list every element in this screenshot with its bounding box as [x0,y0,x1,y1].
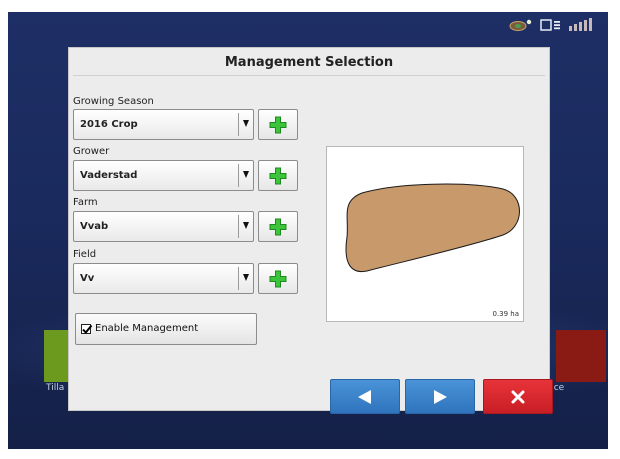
close-icon [511,390,525,403]
farm-value: Vvab [80,221,109,232]
forward-button[interactable] [405,379,475,414]
select-separator [238,164,239,187]
field-label: Field [73,249,97,260]
enable-management-toggle[interactable]: Enable Management [75,313,257,345]
dropdown-arrow-icon [243,171,249,178]
title-divider [73,75,545,76]
field-value: Vv [80,273,95,284]
plus-icon [269,167,287,184]
farm-select[interactable]: Vvab [73,211,254,242]
farm-label: Farm [73,197,98,208]
dropdown-arrow-icon [243,274,249,281]
select-separator [238,113,239,136]
growing-season-select[interactable]: 2016 Crop [73,109,254,140]
add-growing-season-button[interactable] [258,109,298,140]
field-map-preview: 0.39 ha [326,146,524,322]
field-boundary-shape [345,183,520,273]
management-selection-dialog: Management Selection Growing Season 2016… [68,47,553,414]
display-icon [540,19,560,31]
back-button[interactable] [330,379,400,414]
gps-icon [509,19,532,31]
enable-management-label: Enable Management [95,323,199,334]
dropdown-arrow-icon [243,222,249,229]
satellite-icon [569,18,592,31]
plus-icon [269,116,287,133]
status-bar [508,18,594,32]
grower-value: Vaderstad [80,170,138,181]
growing-season-label: Growing Season [73,96,154,107]
grower-label: Grower [73,146,110,157]
enable-management-checkbox[interactable] [81,324,93,335]
add-farm-button[interactable] [258,211,298,242]
checkmark-icon [82,324,93,335]
select-separator [238,267,239,290]
dialog-title: Management Selection [224,55,394,70]
cancel-button[interactable] [483,379,553,414]
arrow-right-icon [434,389,447,404]
plus-icon [269,270,287,287]
field-area-label: 0.39 ha [492,310,519,318]
dropdown-arrow-icon [243,120,249,127]
field-boundary [345,183,520,273]
add-field-button[interactable] [258,263,298,294]
grower-select[interactable]: Vaderstad [73,160,254,191]
select-separator [238,215,239,238]
field-select[interactable]: Vv [73,263,254,294]
add-grower-button[interactable] [258,160,298,191]
arrow-left-icon [358,389,371,404]
guidance-tile [556,330,606,382]
tillage-tile-label: Tilla [46,383,65,393]
growing-season-value: 2016 Crop [80,119,138,130]
plus-icon [269,218,287,235]
